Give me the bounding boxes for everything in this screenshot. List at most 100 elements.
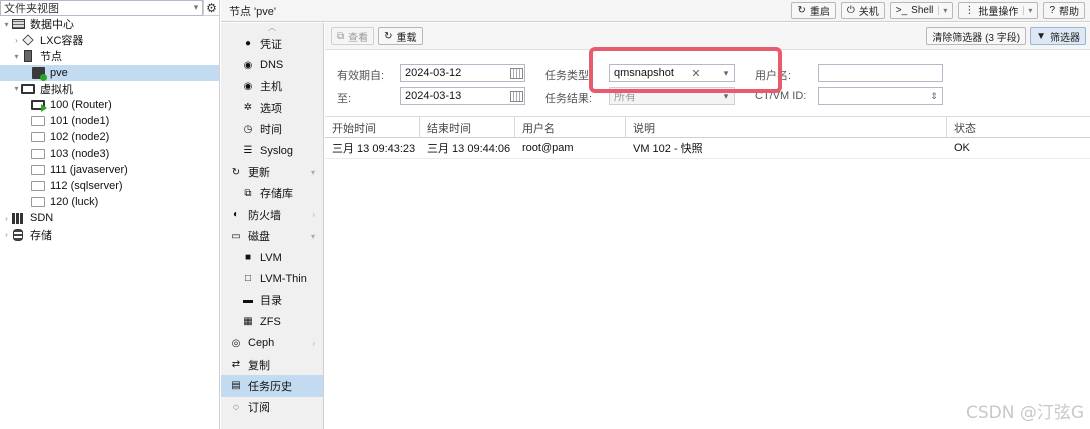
menu-item[interactable]: ◷ 时间	[221, 119, 323, 140]
restart-button[interactable]: ↻ 重启	[791, 2, 836, 19]
username-input[interactable]	[818, 64, 943, 82]
menu-item[interactable]: ✲ 选项	[221, 97, 323, 118]
tree-node[interactable]: › SDN	[0, 210, 219, 226]
power-button[interactable]: ⏻ 关机	[840, 2, 885, 19]
bulk-icon: ⋮	[964, 5, 975, 16]
gear-icon[interactable]: ⚙	[203, 0, 219, 16]
task-status-combo[interactable]: 所有 ▾	[609, 87, 735, 105]
vmid-spinner[interactable]: ⇕	[818, 87, 943, 105]
expander-icon[interactable]: ▾	[12, 84, 21, 93]
tree-node[interactable]: pve	[0, 64, 219, 81]
column-header[interactable]: 结束时间	[420, 117, 515, 138]
menu-item[interactable]: ● 凭证	[221, 33, 323, 54]
since-date-value: 2024-03-12	[405, 67, 462, 79]
column-header[interactable]: 用户名	[515, 117, 626, 138]
menu-item[interactable]: ☰ Syslog	[221, 140, 323, 161]
menu-item[interactable]: ◐ 防火墙 ›	[221, 204, 323, 225]
gear-icon: ✲	[243, 102, 253, 114]
menu-item[interactable]: ◉ 主机	[221, 76, 323, 97]
menu-item[interactable]: ◎ Ceph ›	[221, 332, 323, 353]
menu-item-label: 主机	[260, 81, 282, 94]
expander-icon[interactable]: ›	[12, 36, 21, 45]
certificate-icon: ●	[244, 38, 252, 50]
menu-item[interactable]: ■ LVM	[221, 247, 323, 268]
calendar-icon[interactable]	[508, 65, 524, 81]
container-icon	[21, 34, 35, 46]
menu-item[interactable]: ▭ 磁盘 ▾	[221, 226, 323, 247]
chevron-down-icon[interactable]: ▾	[311, 168, 315, 177]
menu-item[interactable]: ⧉ 存储库	[221, 183, 323, 204]
chevron-right-icon[interactable]: ›	[312, 210, 315, 219]
expander-icon[interactable]: ▾	[12, 52, 21, 61]
table-row[interactable]: 三月 13 09:43:23 三月 13 09:44:06 root@pam VM 1…	[325, 138, 1090, 159]
scroll-up-icon[interactable]: ︿	[221, 23, 323, 33]
chevron-down-icon[interactable]: ▾	[938, 6, 947, 15]
menu-item[interactable]: ▬ 目录	[221, 290, 323, 311]
view-selector[interactable]: 文件夹视图 ▾ ⚙	[0, 0, 219, 16]
tree-node[interactable]: 100 (Router)	[0, 97, 219, 113]
sdn-icon	[11, 212, 25, 224]
menu-item[interactable]: ⇄ 复制	[221, 354, 323, 375]
refresh-icon: ↻	[384, 30, 393, 42]
tree-node[interactable]: ▾ 节点	[0, 48, 219, 64]
column-header[interactable]: 开始时间	[325, 117, 420, 138]
reload-button[interactable]: ↻ 重载	[378, 27, 423, 45]
clear-filters-label: 清除筛选器 (3 字段)	[932, 32, 1021, 44]
clear-icon[interactable]: ✕	[690, 67, 702, 80]
chevron-down-icon[interactable]: ▾	[718, 65, 734, 81]
since-date-field[interactable]: 2024-03-12	[400, 64, 525, 82]
vmid-label: CT/VM ID:	[755, 90, 807, 102]
tree-node[interactable]: 112 (sqlserver)	[0, 178, 219, 194]
until-date-field[interactable]: 2024-03-13	[400, 87, 525, 105]
column-header[interactable]: 状态	[947, 117, 1090, 138]
view-button[interactable]: ⧉ 查看	[331, 27, 375, 45]
menu-item-label: ZFS	[260, 315, 281, 328]
filter-form: 有效期自: 2024-03-12 至: 2024-03-13 任务类型: qms…	[325, 50, 1090, 117]
expander-icon[interactable]: ›	[2, 230, 11, 239]
tree-node[interactable]: 102 (node2)	[0, 129, 219, 145]
menu-item[interactable]: ◉ DNS	[221, 54, 323, 75]
chevron-right-icon[interactable]: ›	[312, 339, 315, 348]
chevron-down-icon[interactable]: ▾	[190, 2, 202, 13]
calendar-icon[interactable]	[508, 88, 524, 104]
menu-item[interactable]: ↻ 更新 ▾	[221, 161, 323, 182]
task-type-combo[interactable]: qmsnapshot ✕ ▾	[609, 64, 735, 82]
tree-node-label: 103 (node3)	[50, 147, 110, 160]
tree-node[interactable]: 120 (luck)	[0, 194, 219, 210]
chevron-down-icon[interactable]: ▾	[1023, 6, 1032, 15]
clock-icon: ◷	[243, 123, 253, 135]
expander-icon[interactable]: ›	[2, 214, 11, 223]
tree-node[interactable]: 101 (node1)	[0, 113, 219, 129]
tree-node[interactable]: ▾ 数据中心	[0, 16, 219, 32]
chevron-down-icon[interactable]: ▾	[718, 88, 734, 104]
tree-node-label: 存储	[30, 229, 52, 242]
tree-node-label: 虚拟机	[40, 83, 73, 96]
menu-item[interactable]: □ LVM-Thin	[221, 268, 323, 289]
grid-header: 开始时间 结束时间 用户名 说明 状态	[325, 117, 1090, 138]
menu-item[interactable]: ▦ ZFS	[221, 311, 323, 332]
tree-node[interactable]: 103 (node3)	[0, 146, 219, 162]
chevron-down-icon[interactable]: ▾	[311, 232, 315, 241]
help-button[interactable]: ? 帮助	[1043, 2, 1085, 19]
vm-icon	[31, 131, 45, 143]
vm-icon	[31, 180, 45, 192]
bulk-button[interactable]: ⋮ 批量操作 ▾	[958, 2, 1039, 19]
task-status-label: 任务结果:	[545, 93, 593, 105]
clear-filters-button[interactable]: 清除筛选器 (3 字段)	[926, 27, 1027, 45]
restart-icon: ↻	[797, 5, 806, 16]
tree-node[interactable]: › 存储	[0, 226, 219, 242]
tree-node[interactable]: › LXC容器	[0, 32, 219, 48]
menu-item[interactable]: ◌ 订阅	[221, 397, 323, 418]
datacenter-icon	[11, 18, 25, 30]
spinner-icon[interactable]: ⇕	[926, 88, 942, 104]
menu-item[interactable]: ▤ 任务历史	[221, 375, 323, 397]
column-header[interactable]: 说明	[626, 117, 947, 138]
filter-toggle-button[interactable]: ▼ 筛选器	[1030, 27, 1086, 45]
tree-node[interactable]: 111 (javaserver)	[0, 162, 219, 178]
shell-button[interactable]: >_ Shell ▾	[889, 2, 954, 19]
table-cell: OK	[954, 142, 970, 154]
tree-node[interactable]: ▾ 虚拟机	[0, 81, 219, 97]
expander-icon[interactable]: ▾	[2, 20, 11, 29]
view-select-field[interactable]: 文件夹视图 ▾	[0, 0, 203, 16]
vm-icon	[31, 148, 45, 160]
